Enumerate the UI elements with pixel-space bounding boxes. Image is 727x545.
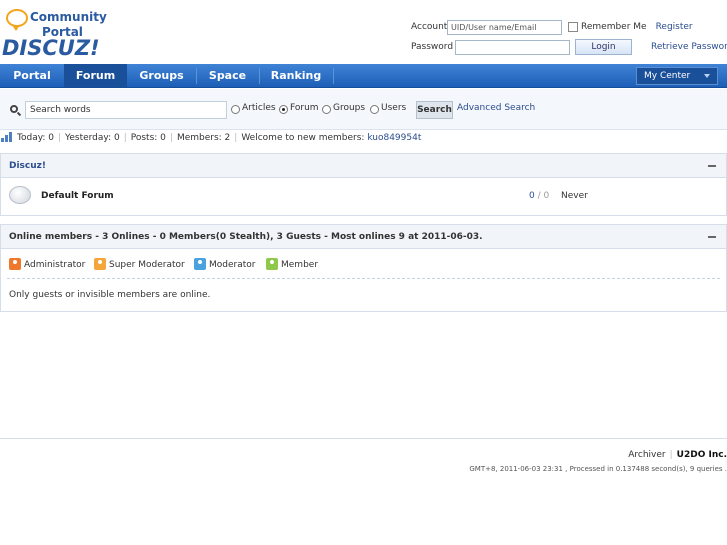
moderator-icon (194, 258, 206, 270)
online-members-panel: Online members - 3 Onlines - 0 Members(0… (0, 224, 727, 312)
search-scope-articles-radio[interactable] (231, 105, 240, 114)
forum-stats: Today: 0 | Yesterday: 0 | Posts: 0 | Members: … (0, 131, 727, 145)
collapse-icon[interactable] (708, 165, 716, 167)
legend-moderator: Moderator (194, 258, 255, 270)
stat-today: Today: 0 (17, 133, 54, 143)
collapse-icon[interactable] (708, 236, 716, 238)
administrator-icon (9, 258, 21, 270)
company-link[interactable]: U2DO Inc. (677, 450, 727, 460)
retrieve-password-link[interactable]: Retrieve Password (651, 42, 727, 52)
category-title[interactable]: Discuz! (9, 161, 46, 171)
search-icon (10, 105, 18, 113)
legend-administrator: Administrator (9, 258, 85, 270)
archiver-link[interactable]: Archiver (628, 450, 665, 460)
login-button[interactable]: Login (575, 39, 632, 55)
search-button[interactable]: Search (416, 101, 453, 119)
nav-ranking[interactable]: Ranking (259, 64, 333, 87)
forum-last-post: Never (561, 191, 588, 201)
forum-thread-count: 0 (529, 191, 535, 201)
nav-space[interactable]: Space (196, 64, 259, 87)
forum-row: Default Forum 0 / 0 Never (1, 178, 726, 215)
forum-counts: 0 / 0 (529, 191, 550, 201)
search-scope-users-radio[interactable] (370, 105, 379, 114)
member-legend: Administrator Super Moderator Moderator … (7, 249, 720, 279)
legend-super-moderator: Super Moderator (94, 258, 185, 270)
search-scope-groups-radio[interactable] (322, 105, 331, 114)
header: Community Portal DISCUZ! Account UID/Use… (0, 0, 727, 64)
member-icon (266, 258, 278, 270)
nav-forum[interactable]: Forum (64, 64, 127, 87)
forum-name-link[interactable]: Default Forum (41, 191, 114, 201)
register-link[interactable]: Register (656, 22, 693, 32)
logo-brand: DISCUZ! (2, 36, 100, 60)
search-bar: Search words Articles Forum Groups Users… (0, 89, 727, 130)
main-nav: Portal Forum Groups Space Ranking My Cen… (0, 64, 727, 88)
footer: Archiver | U2DO Inc. GMT+8, 2011-06-03 23:… (0, 438, 727, 498)
login-form: Account UID/User name/Email Remember Me … (411, 17, 727, 57)
nav-groups[interactable]: Groups (127, 64, 196, 87)
stat-yesterday: Yesterday: 0 (65, 133, 120, 143)
search-scope-forum-radio[interactable] (279, 105, 288, 114)
search-scope-articles-label[interactable]: Articles (242, 103, 276, 113)
legend-member: Member (266, 258, 318, 270)
search-scope-forum-label[interactable]: Forum (290, 103, 319, 113)
stat-members: Members: 2 (176, 133, 231, 143)
chevron-down-icon (704, 74, 710, 78)
remember-me-checkbox[interactable] (568, 22, 578, 32)
online-note-text: Only guests or invisible members are onl… (9, 290, 211, 300)
footer-info: GMT+8, 2011-06-03 23:31 , Processed in 0… (469, 465, 727, 473)
advanced-search-link[interactable]: Advanced Search (457, 103, 535, 113)
forum-post-count: 0 (543, 191, 550, 201)
account-label: Account (411, 22, 448, 32)
search-scope-groups-label[interactable]: Groups (333, 103, 365, 113)
remember-me-label[interactable]: Remember Me (581, 22, 647, 32)
newest-member-link[interactable]: kuo849954t (367, 133, 421, 143)
search-scope-users-label[interactable]: Users (381, 103, 406, 113)
password-label: Password (411, 42, 454, 52)
forum-bubble-icon (9, 186, 31, 204)
site-logo[interactable]: Community Portal DISCUZ! (2, 6, 107, 60)
super-moderator-icon (94, 258, 106, 270)
account-input[interactable]: UID/User name/Email (447, 19, 562, 35)
password-input[interactable] (455, 39, 570, 55)
chart-icon (1, 132, 13, 142)
welcome-text: Welcome to new members: (241, 133, 365, 143)
nav-portal[interactable]: Portal (0, 64, 64, 87)
my-center-dropdown[interactable]: My Center (636, 67, 718, 85)
stat-posts: Posts: 0 (130, 133, 166, 143)
online-members-title[interactable]: Online members - 3 Onlines - 0 Members(0… (9, 232, 483, 242)
search-input[interactable]: Search words (25, 101, 227, 119)
my-center-label: My Center (644, 71, 691, 81)
logo-line-1: Community (30, 10, 107, 24)
category-panel: Discuz! Default Forum 0 / 0 Never (0, 153, 727, 216)
